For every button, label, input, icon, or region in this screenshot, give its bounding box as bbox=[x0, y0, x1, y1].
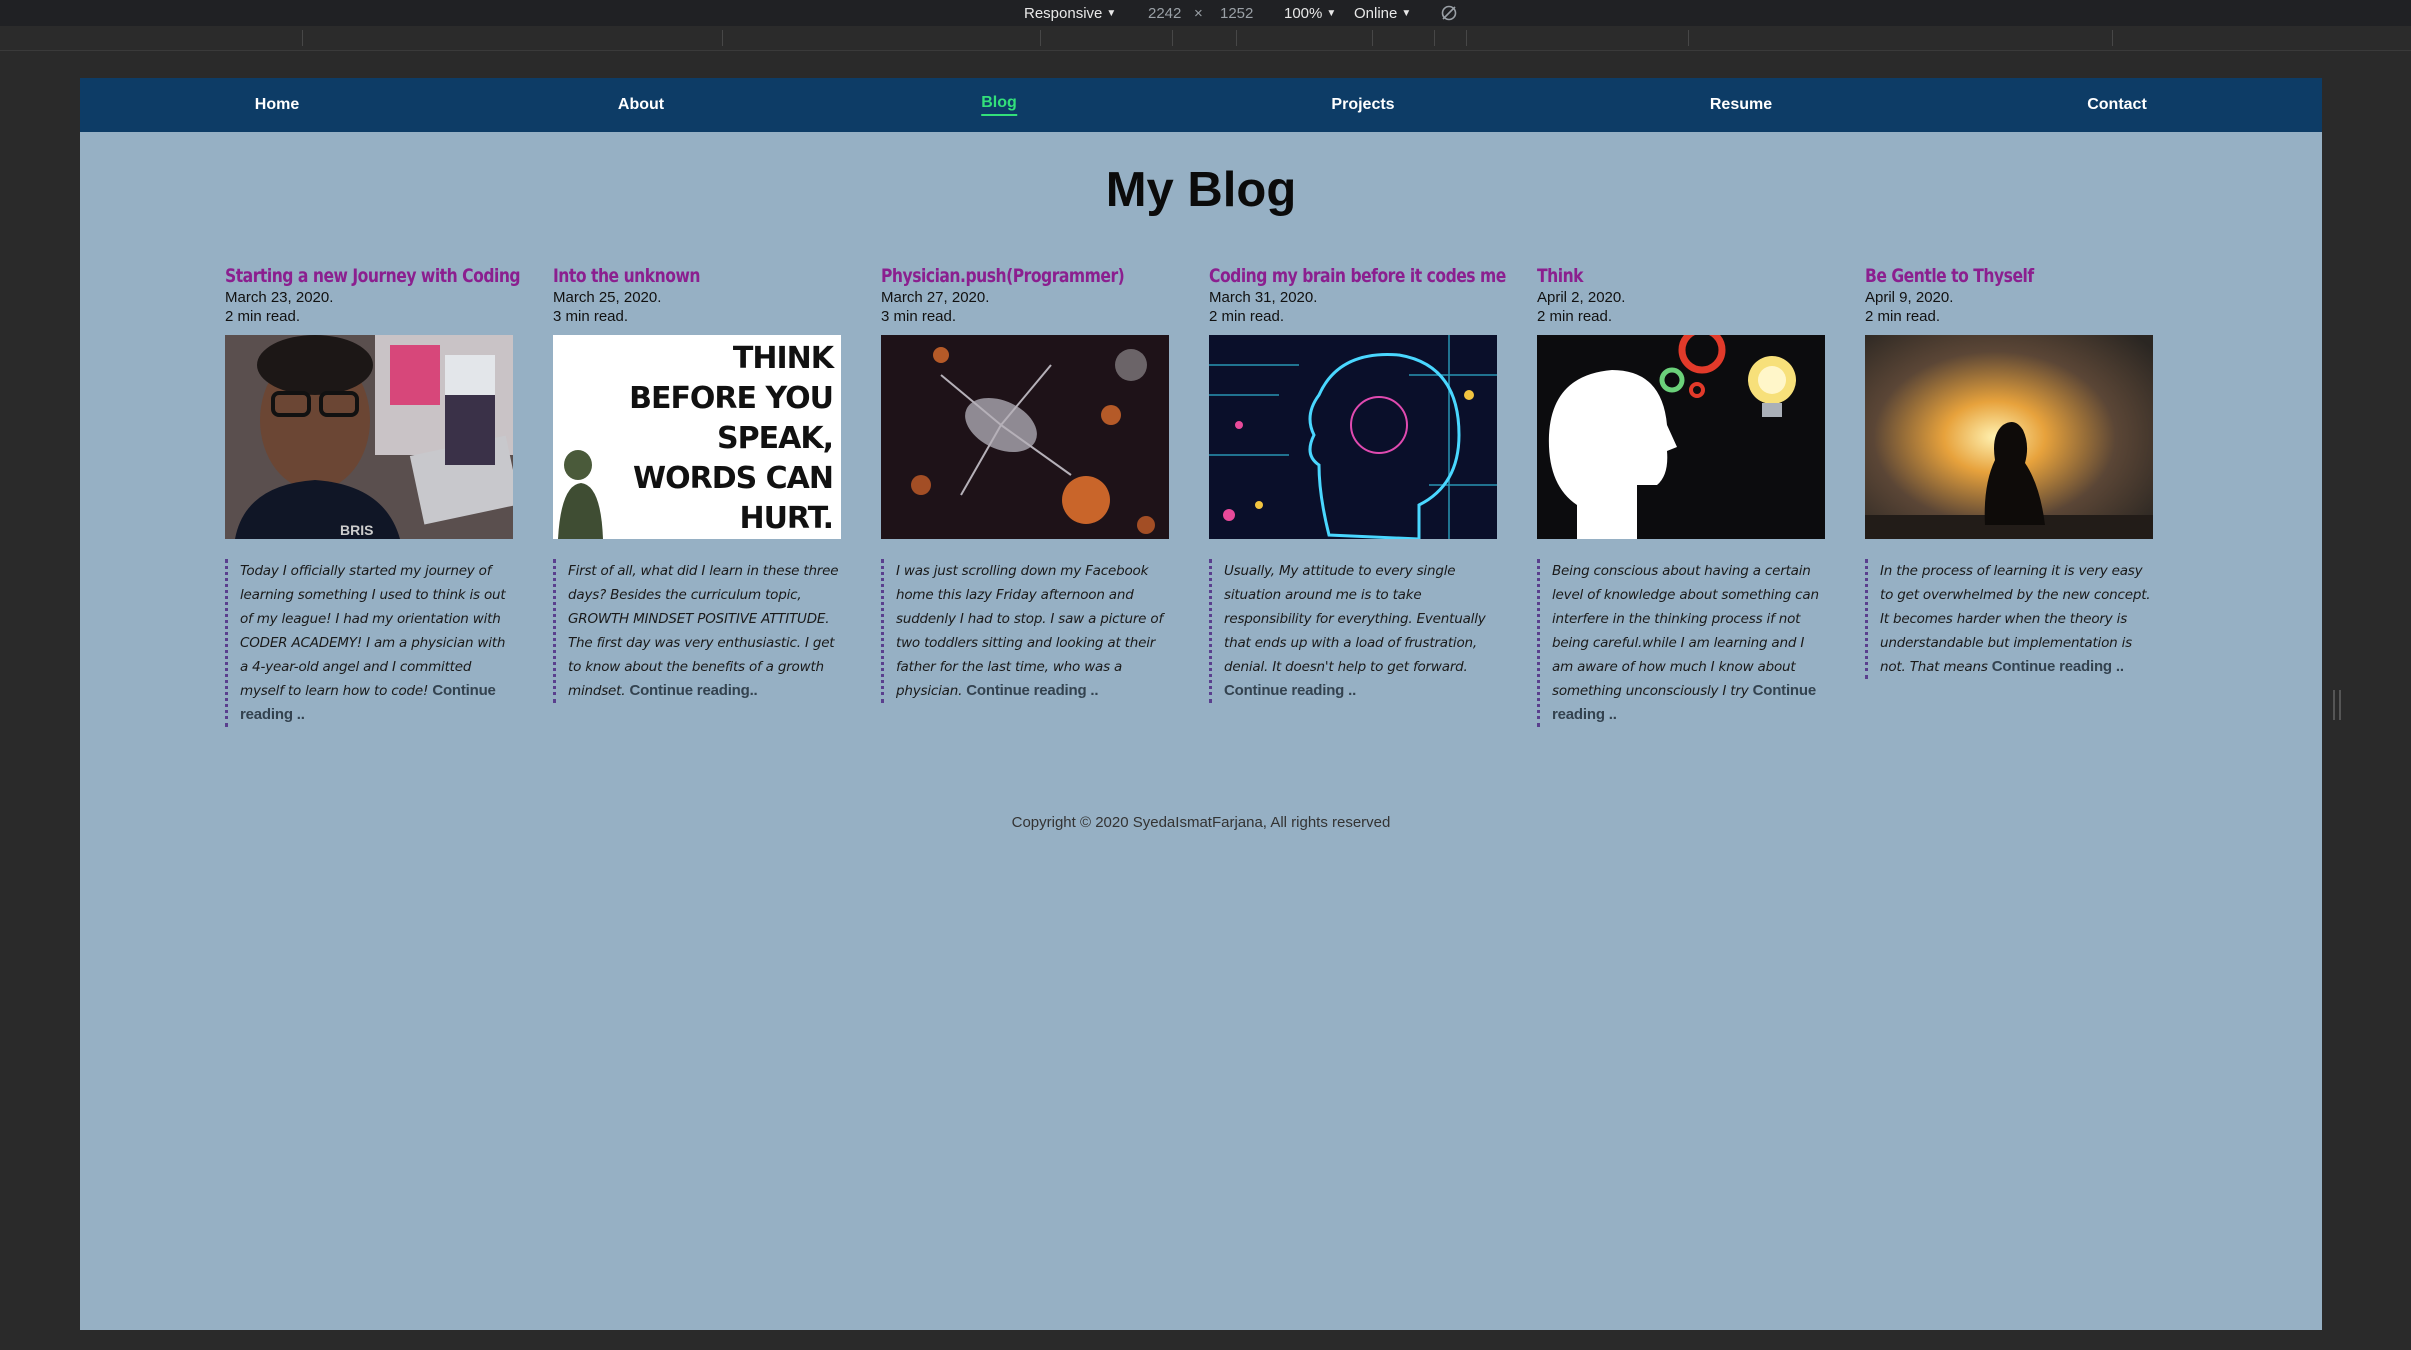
blog-post: Think April 2, 2020. 2 min read. Being c… bbox=[1537, 264, 1827, 727]
media-query-bar bbox=[0, 26, 2411, 51]
post-title[interactable]: Physician.push(Programmer) bbox=[881, 264, 1125, 288]
post-excerpt: Today I officially started my journey of… bbox=[225, 559, 515, 727]
continue-reading-link[interactable]: Continue reading .. bbox=[1992, 658, 2124, 675]
post-image-sunset-silhouette[interactable] bbox=[1865, 335, 2153, 539]
post-read-time: 2 min read. bbox=[1537, 308, 1613, 325]
zoom-select[interactable]: 100% ▼ bbox=[1284, 0, 1336, 26]
nav-about[interactable]: About bbox=[618, 78, 664, 132]
svg-text:BRIS: BRIS bbox=[340, 522, 373, 538]
post-excerpt: I was just scrolling down my Facebook ho… bbox=[881, 559, 1171, 703]
post-image-think-before-you-speak[interactable]: THINK BEFORE YOU SPEAK, WORDS CAN HURT. bbox=[553, 335, 841, 539]
chevron-down-icon: ▼ bbox=[1106, 7, 1117, 19]
post-excerpt: First of all, what did I learn in these … bbox=[553, 559, 843, 703]
nav-projects[interactable]: Projects bbox=[1331, 78, 1394, 132]
post-date: March 23, 2020. bbox=[225, 289, 334, 306]
post-date: March 31, 2020. bbox=[1209, 289, 1318, 306]
page-title: My Blog bbox=[1105, 163, 1297, 217]
post-excerpt: Usually, My attitude to every single sit… bbox=[1209, 559, 1499, 703]
post-title[interactable]: Coding my brain before it codes me bbox=[1209, 264, 1506, 288]
blog-post: Coding my brain before it codes me March… bbox=[1209, 264, 1506, 703]
nav-resume[interactable]: Resume bbox=[1710, 78, 1772, 132]
post-date: March 25, 2020. bbox=[553, 289, 662, 306]
continue-reading-link[interactable]: Continue reading.. bbox=[629, 682, 757, 699]
continue-reading-link[interactable]: Continue reading .. bbox=[1224, 682, 1356, 699]
nav-contact[interactable]: Contact bbox=[2087, 78, 2147, 132]
rotate-icon[interactable] bbox=[1440, 0, 1458, 26]
blog-post: Physician.push(Programmer) March 27, 202… bbox=[881, 264, 1171, 703]
post-read-time: 2 min read. bbox=[1865, 308, 1941, 325]
device-select[interactable]: Responsive ▼ bbox=[1024, 0, 1116, 26]
chevron-down-icon: ▼ bbox=[1326, 7, 1337, 19]
post-excerpt: In the process of learning it is very ea… bbox=[1865, 559, 2155, 679]
post-image-virus[interactable] bbox=[881, 335, 1169, 539]
devtools-toolbar: Responsive ▼ 2242 × 1252 100% ▼ Online ▼ bbox=[0, 0, 2411, 26]
network-select[interactable]: Online ▼ bbox=[1354, 0, 1411, 26]
footer-copyright: Copyright © 2020 SyedaIsmatFarjana, All … bbox=[1011, 814, 1391, 831]
continue-reading-link[interactable]: Continue reading .. bbox=[966, 682, 1098, 699]
zoom-label: 100% bbox=[1284, 4, 1323, 22]
blog-post: Into the unknown March 25, 2020. 3 min r… bbox=[553, 264, 843, 703]
post-image-selfie[interactable]: BRIS bbox=[225, 335, 513, 539]
nav-blog[interactable]: Blog bbox=[981, 94, 1017, 116]
post-image-digital-brain[interactable] bbox=[1209, 335, 1497, 539]
device-label: Responsive bbox=[1024, 4, 1103, 22]
width-input[interactable]: 2242 bbox=[1148, 0, 1181, 26]
post-excerpt: Being conscious about having a certain l… bbox=[1537, 559, 1827, 727]
post-date: March 27, 2020. bbox=[881, 289, 990, 306]
post-image-head-lightbulb[interactable] bbox=[1537, 335, 1825, 539]
nav-home[interactable]: Home bbox=[255, 78, 299, 132]
network-label: Online bbox=[1354, 4, 1398, 22]
post-title[interactable]: Be Gentle to Thyself bbox=[1865, 264, 2103, 288]
post-read-time: 2 min read. bbox=[225, 308, 301, 325]
post-read-time: 2 min read. bbox=[1209, 308, 1285, 325]
post-read-time: 3 min read. bbox=[553, 308, 629, 325]
times-sign: × bbox=[1194, 4, 1203, 22]
page-viewport: Home About Blog Projects Resume Contact … bbox=[80, 78, 2322, 1330]
blog-post: Be Gentle to Thyself April 9, 2020. 2 mi… bbox=[1865, 264, 2155, 679]
post-date: April 2, 2020. bbox=[1537, 289, 1626, 306]
top-nav: Home About Blog Projects Resume Contact bbox=[80, 78, 2322, 132]
post-title[interactable]: Starting a new Journey with Coding bbox=[225, 264, 521, 288]
post-read-time: 3 min read. bbox=[881, 308, 957, 325]
post-title[interactable]: Think bbox=[1537, 264, 1775, 288]
viewport-resize-handle[interactable] bbox=[2333, 690, 2341, 720]
chevron-down-icon: ▼ bbox=[1401, 7, 1412, 19]
poster-text: THINK BEFORE YOU SPEAK, WORDS CAN HURT. bbox=[629, 341, 834, 536]
blog-post: Starting a new Journey with Coding March… bbox=[225, 264, 521, 727]
post-date: April 9, 2020. bbox=[1865, 289, 1954, 306]
height-input[interactable]: 1252 bbox=[1220, 0, 1253, 26]
post-title[interactable]: Into the unknown bbox=[553, 264, 791, 288]
